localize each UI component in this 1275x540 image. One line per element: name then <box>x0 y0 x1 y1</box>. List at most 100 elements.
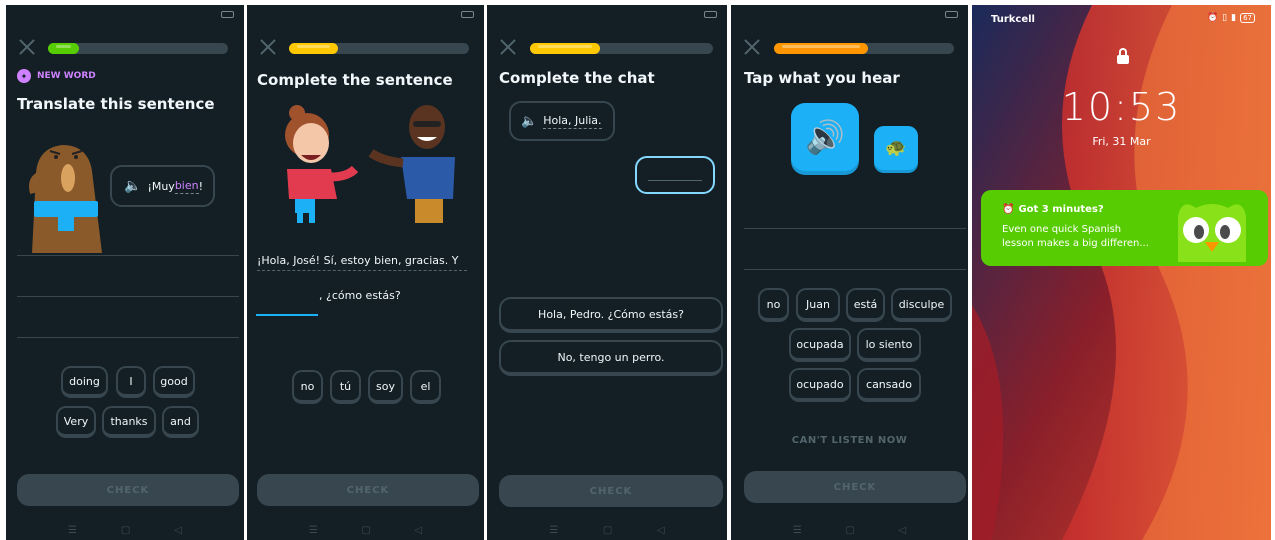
word-chip[interactable]: tú <box>330 370 361 404</box>
progress-fill <box>48 43 79 54</box>
cant-listen-button[interactable]: CAN'T LISTEN NOW <box>731 435 968 446</box>
word-chip[interactable]: thanks <box>102 406 156 438</box>
word-chip[interactable]: cansado <box>857 368 921 402</box>
sentence-line-1: ¡Hola, José! Sí, estoy bien, gracias. Y <box>257 254 459 267</box>
bubble-text-pre: ¡Muy <box>147 179 175 193</box>
menu-icon[interactable]: ☰ <box>68 525 77 536</box>
sparkle-icon: ✦ <box>17 69 31 83</box>
nav-bar: ☰ ▢ ◁ <box>247 525 484 536</box>
home-icon[interactable]: ▢ <box>845 525 854 536</box>
battery-icon <box>221 11 234 18</box>
check-button[interactable]: CHECK <box>499 475 723 507</box>
home-icon[interactable]: ▢ <box>121 525 130 536</box>
battery-icon <box>945 11 958 18</box>
notification-body-2: lesson makes a big differen... <box>1002 238 1149 249</box>
menu-icon[interactable]: ☰ <box>793 525 802 536</box>
word-chip[interactable]: Juan <box>796 288 840 322</box>
word-chip[interactable]: no <box>758 288 789 322</box>
speech-bubble[interactable]: 🔈 ¡Muy bien! <box>110 165 215 207</box>
close-icon[interactable] <box>17 37 37 57</box>
progress-bar <box>774 43 954 54</box>
speaker-icon[interactable]: 🔈 <box>521 114 537 129</box>
word-chip[interactable]: no <box>292 370 323 404</box>
notification-title: Got 3 minutes? <box>1018 204 1104 215</box>
notification-card[interactable]: ⏰ Got 3 minutes? Even one quick Spanish … <box>981 190 1268 266</box>
chat-bubble-received[interactable]: 🔈 Hola, Julia. <box>509 101 615 141</box>
progress-bar <box>48 43 228 54</box>
alarm-icon: ⏰ <box>1206 13 1219 23</box>
clock-date: Fri, 31 Mar <box>1092 135 1151 148</box>
word-chip[interactable]: doing <box>61 366 108 398</box>
page-title: Complete the sentence <box>257 71 453 89</box>
chat-bubble-answer[interactable] <box>635 156 715 194</box>
sentence-line-2: , ¿cómo estás? <box>319 289 401 302</box>
battery-icon <box>704 11 717 18</box>
back-icon[interactable]: ◁ <box>414 525 422 536</box>
answer-line <box>17 255 239 256</box>
check-button[interactable]: CHECK <box>17 474 239 506</box>
owl-mascot-icon <box>1178 204 1246 262</box>
word-chip[interactable]: ocupada <box>789 328 851 362</box>
notification-body-1: Even one quick Spanish <box>1002 224 1122 235</box>
word-chip[interactable]: lo siento <box>857 328 921 362</box>
screen-tap-what-you-hear: Tap what you hear 🔊 🐢 no Juan está discu… <box>731 5 968 540</box>
progress-fill <box>774 43 868 54</box>
close-icon[interactable] <box>498 37 518 57</box>
vibrate-icon: ▯ <box>1222 13 1228 23</box>
page-title: Tap what you hear <box>744 69 900 87</box>
lock-icon <box>1117 48 1129 64</box>
word-chip[interactable]: soy <box>368 370 403 404</box>
back-icon[interactable]: ◁ <box>174 525 182 536</box>
home-icon[interactable]: ▢ <box>361 525 370 536</box>
home-icon[interactable]: ▢ <box>603 525 612 536</box>
progress-fill <box>530 43 600 54</box>
check-button[interactable]: CHECK <box>257 474 479 506</box>
back-icon[interactable]: ◁ <box>657 525 665 536</box>
alarm-clock-icon: ⏰ <box>1002 204 1015 215</box>
bubble-text-post: ! <box>198 179 204 193</box>
screen-complete-sentence: Complete the sentence ¡Hola, José! Sí, e… <box>247 5 484 540</box>
slow-audio-button[interactable]: 🐢 <box>874 126 918 170</box>
blank-slot[interactable] <box>256 314 318 316</box>
new-word-label: NEW WORD <box>37 71 96 81</box>
word-chip[interactable]: Very <box>56 406 96 438</box>
page-title: Translate this sentence <box>17 95 215 113</box>
answer-line <box>744 228 966 229</box>
word-chip[interactable]: ocupado <box>789 368 851 402</box>
new-word-badge: ✦ NEW WORD <box>17 69 96 83</box>
menu-icon[interactable]: ☰ <box>549 525 558 536</box>
word-chip[interactable]: and <box>162 406 199 438</box>
nav-bar: ☰ ▢ ◁ <box>6 525 244 536</box>
status-icons: ⏰ ▯ ▮ 67 <box>1207 13 1255 23</box>
word-chip[interactable]: el <box>410 370 441 404</box>
close-icon[interactable] <box>742 37 762 57</box>
progress-bar <box>530 43 713 54</box>
word-chip[interactable]: disculpe <box>891 288 952 322</box>
progress-bar <box>289 43 469 54</box>
turtle-icon: 🐢 <box>885 138 907 158</box>
word-chip[interactable]: good <box>153 366 195 398</box>
play-audio-button[interactable]: 🔊 <box>791 103 859 171</box>
answer-blank <box>648 179 702 181</box>
option-button[interactable]: No, tengo un perro. <box>499 340 723 376</box>
back-icon[interactable]: ◁ <box>898 525 906 536</box>
speaker-icon[interactable]: 🔈 <box>124 178 141 194</box>
battery-indicator: 67 <box>1240 13 1255 23</box>
bubble-word[interactable]: bien <box>174 179 199 194</box>
word-chip[interactable]: está <box>846 288 885 322</box>
answer-line <box>744 269 966 270</box>
answer-line <box>17 296 239 297</box>
word-hints <box>257 270 467 271</box>
check-button[interactable]: CHECK <box>744 471 966 503</box>
option-button[interactable]: Hola, Pedro. ¿Cómo estás? <box>499 297 723 333</box>
answer-line <box>17 337 239 338</box>
speaker-icon: 🔊 <box>805 118 845 156</box>
word-chip[interactable]: I <box>116 366 146 398</box>
nav-bar: ☰ ▢ ◁ <box>731 525 968 536</box>
characters-illustration <box>285 105 455 223</box>
progress-fill <box>289 43 338 54</box>
close-icon[interactable] <box>258 37 278 57</box>
lock-screen: Turkcell ⏰ ▯ ▮ 67 10:53 Fri, 31 Mar ⏰ Go… <box>972 5 1271 540</box>
carrier-label: Turkcell <box>991 14 1035 25</box>
menu-icon[interactable]: ☰ <box>309 525 318 536</box>
